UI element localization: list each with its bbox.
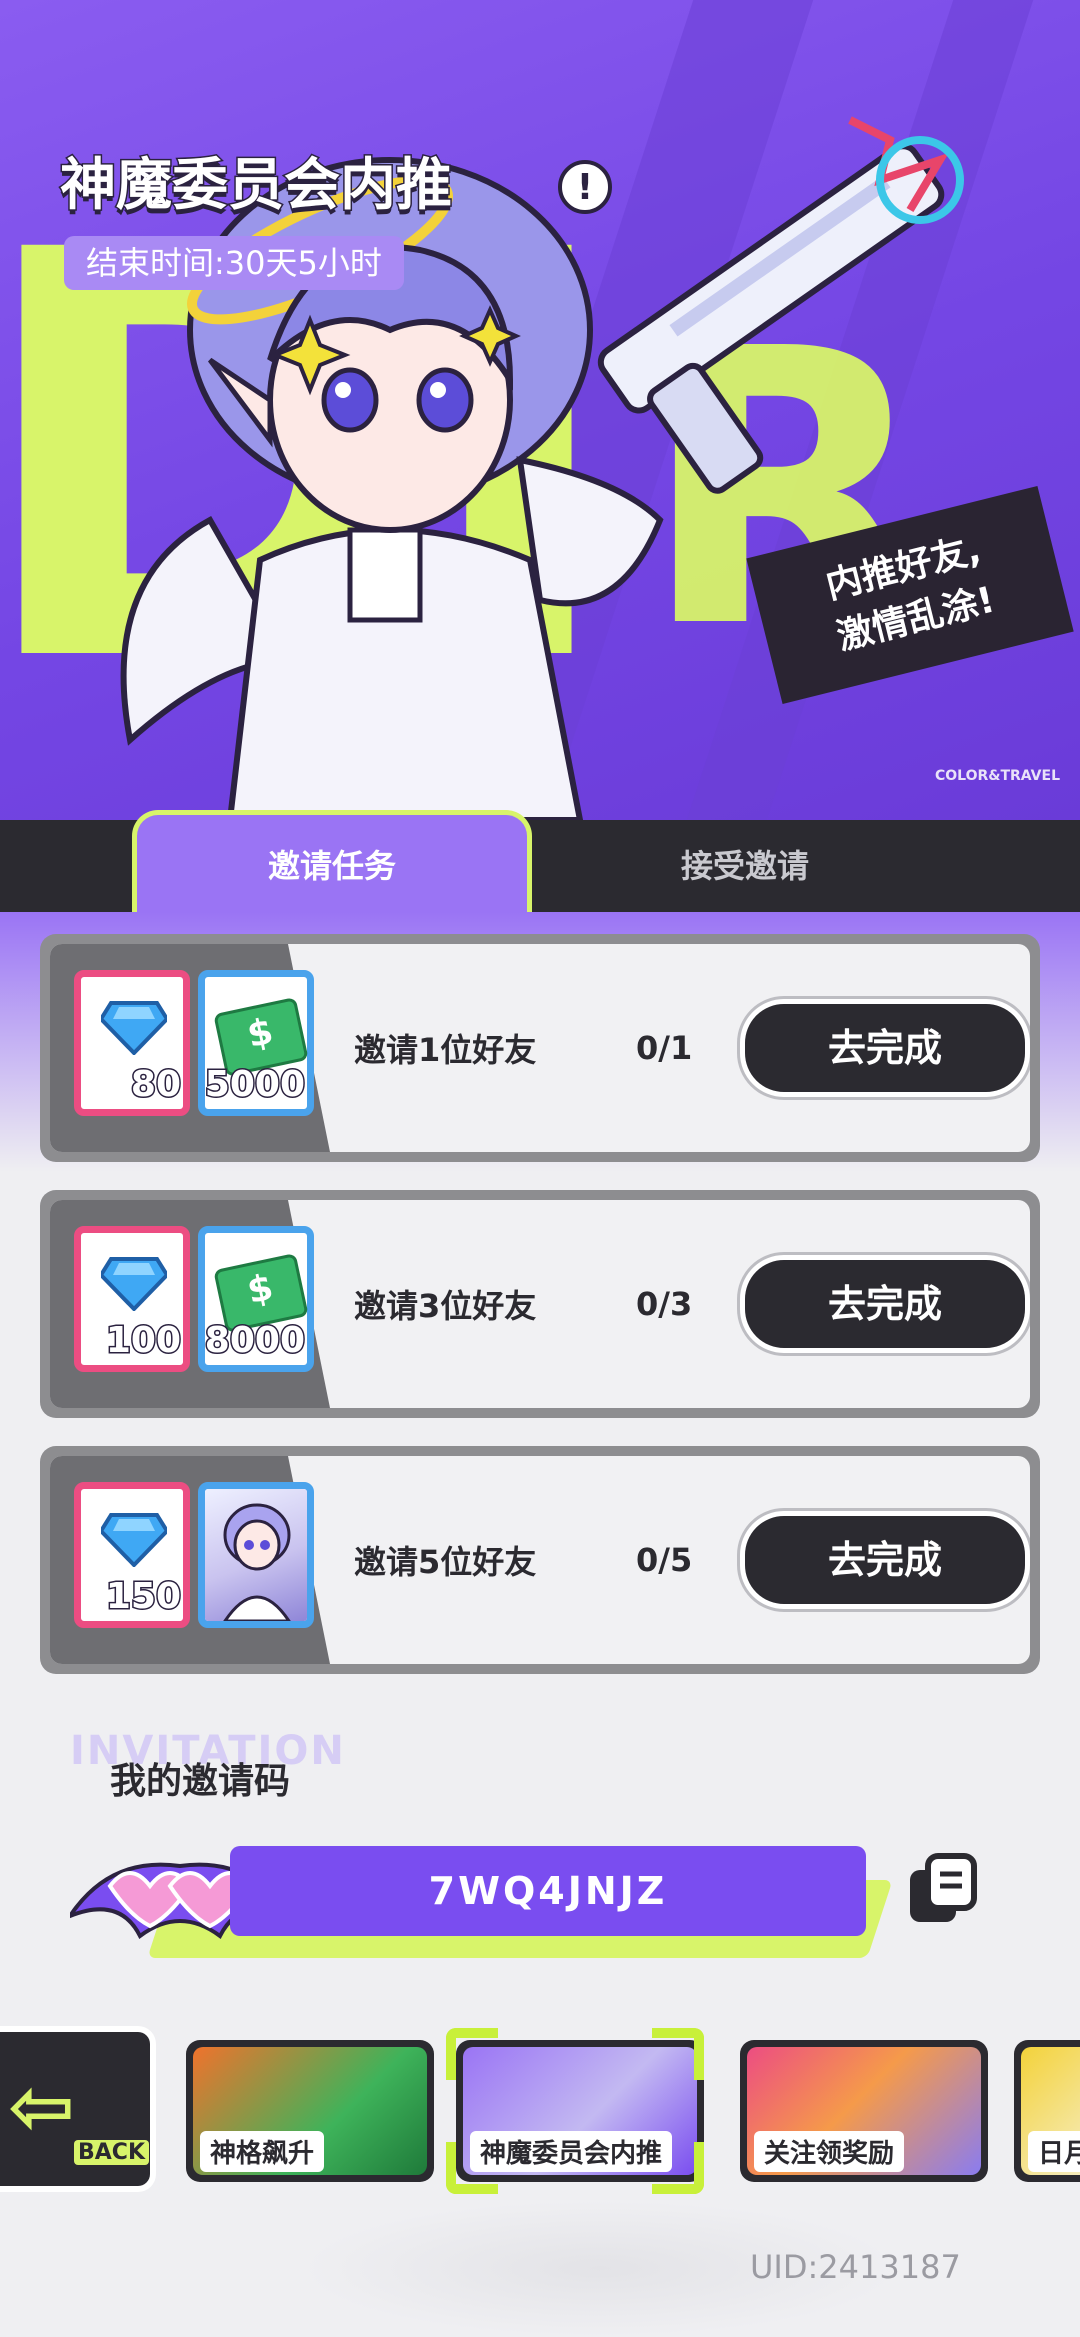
reward-amount: 5000 [203, 1063, 306, 1107]
reward-gem: 100 [74, 1226, 190, 1372]
tab-bar: 邀请任务 接受邀请 [0, 810, 1080, 912]
task-row: 150 邀请5位好友 0/5 去完成 [40, 1446, 1040, 1674]
reward-amount: 150 [104, 1575, 182, 1619]
selected-indicator [446, 2028, 498, 2080]
task-name: 邀请3位好友 [354, 1287, 537, 1325]
task-name: 邀请1位好友 [354, 1031, 537, 1069]
nav-item-follow-rewards[interactable]: 关注领奖励 [740, 2040, 988, 2182]
invite-code-label: 我的邀请码 [110, 1761, 291, 1802]
brand-mark: COLOR&TRAVEL [934, 768, 1060, 784]
selected-indicator [652, 2028, 704, 2080]
tab-accept-invite[interactable]: 接受邀请 [580, 820, 910, 912]
back-button[interactable]: ⇦ BACK [0, 2026, 156, 2192]
reward-gem: 150 [74, 1482, 190, 1628]
back-label: BACK [74, 2140, 149, 2165]
task-progress: 0/3 [636, 1285, 693, 1323]
task-progress: 0/5 [636, 1541, 693, 1579]
end-time-badge: 结束时间:30天5小时 [64, 236, 404, 290]
gem-icon [101, 1513, 167, 1567]
task-row: 80 $ 5000 邀请1位好友 0/1 去完成 [40, 934, 1040, 1162]
reward-cash: $ 5000 [198, 970, 314, 1116]
nav-item-divinity-rise[interactable]: 神格飙升 [186, 2040, 434, 2182]
nav-label: 关注领奖励 [754, 2131, 905, 2172]
selected-indicator [446, 2142, 498, 2194]
task-card: 80 $ 5000 邀请1位好友 0/1 去完成 [50, 944, 1030, 1152]
selected-indicator [652, 2142, 704, 2194]
reward-gem: 80 [74, 970, 190, 1116]
nav-item-sun-moon[interactable]: 日月 [1014, 2040, 1080, 2182]
invite-code: 7WQ4JNJZ [230, 1846, 866, 1936]
info-icon[interactable]: ! [558, 160, 612, 214]
task-row: 100 $ 8000 邀请3位好友 0/3 去完成 [40, 1190, 1040, 1418]
go-complete-button[interactable]: 去完成 [740, 1255, 1030, 1353]
tab-invite-tasks[interactable]: 邀请任务 [132, 810, 532, 912]
task-card: 150 邀请5位好友 0/5 去完成 [50, 1456, 1030, 1664]
nav-label: 神格飙升 [200, 2131, 325, 2172]
task-card: 100 $ 8000 邀请3位好友 0/3 去完成 [50, 1200, 1030, 1408]
task-progress: 0/1 [636, 1029, 693, 1067]
page-title: 神魔委员会内推 [59, 152, 454, 220]
reward-amount: 80 [129, 1063, 182, 1107]
go-complete-button[interactable]: 去完成 [740, 999, 1030, 1097]
reward-amount: 8000 [203, 1319, 306, 1363]
reward-amount: 100 [104, 1319, 182, 1363]
reward-character [198, 1482, 314, 1628]
reward-cash: $ 8000 [198, 1226, 314, 1372]
nav-label: 神魔委员会内推 [470, 2131, 673, 2172]
go-complete-button[interactable]: 去完成 [740, 1511, 1030, 1609]
gem-icon [101, 1001, 167, 1055]
copy-icon[interactable] [906, 1852, 980, 1926]
task-name: 邀请5位好友 [354, 1543, 537, 1581]
gem-icon [101, 1257, 167, 1311]
event-banner: DI R 神魔委员会内 [0, 0, 1080, 820]
character-portrait-icon [205, 1489, 307, 1621]
user-id: UID:2413187 [750, 2248, 961, 2286]
back-arrow-icon: ⇦ [8, 2060, 76, 2153]
nav-label: 日月 [1028, 2131, 1080, 2172]
